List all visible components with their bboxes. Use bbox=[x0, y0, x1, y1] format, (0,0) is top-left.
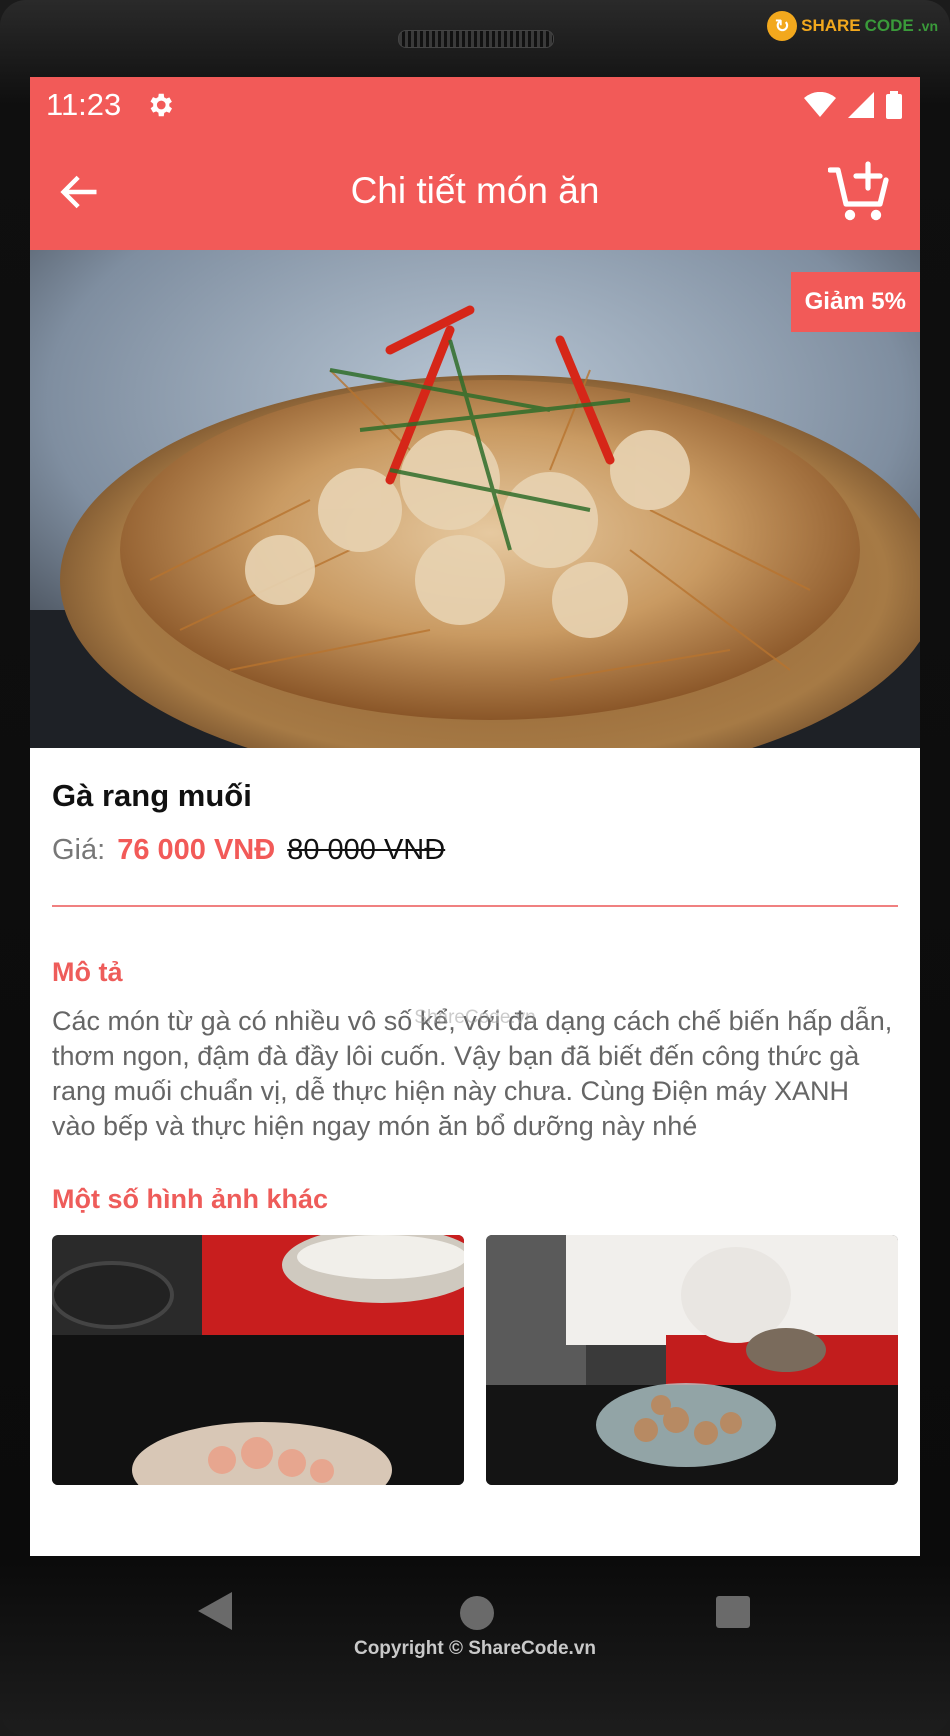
status-bar: 11:23 bbox=[30, 77, 920, 132]
nav-back-icon[interactable] bbox=[198, 1592, 232, 1630]
logo-text-a: SHARE bbox=[801, 16, 861, 35]
wifi-icon bbox=[804, 91, 836, 117]
app-screen: 11:23 Chi tiết món ăn Giảm 5% Gà rang mu… bbox=[30, 77, 920, 1556]
signal-icon bbox=[848, 91, 874, 118]
gallery-image-2[interactable] bbox=[486, 1235, 898, 1485]
sharecode-logo: ↻ SHARE CODE .vn bbox=[767, 8, 938, 44]
cart-add-icon[interactable] bbox=[828, 160, 892, 224]
gear-icon bbox=[150, 93, 173, 116]
logo-suffix: .vn bbox=[917, 18, 938, 34]
nav-recent-icon[interactable] bbox=[716, 1596, 750, 1628]
price-row: Giá: 76 000 VNĐ 80 000 VNĐ bbox=[52, 834, 898, 867]
page-title: Chi tiết món ăn bbox=[350, 170, 600, 211]
center-watermark: ShareCode.vn bbox=[414, 1007, 536, 1028]
gallery bbox=[52, 1235, 898, 1485]
gallery-image-1[interactable] bbox=[52, 1235, 464, 1485]
divider bbox=[52, 905, 898, 907]
detail-content: Gà rang muối Giá: 76 000 VNĐ 80 000 VNĐ … bbox=[30, 778, 920, 1485]
discount-badge: Giảm 5% bbox=[790, 272, 920, 332]
logo-icon: ↻ bbox=[767, 11, 798, 41]
description-title: Mô tả bbox=[52, 957, 123, 987]
price-label: Giá: bbox=[52, 834, 106, 866]
gallery-title: Một số hình ảnh khác bbox=[52, 1184, 329, 1214]
nav-home-icon[interactable] bbox=[460, 1596, 494, 1630]
device-speaker bbox=[398, 30, 554, 48]
price-old: 80 000 VNĐ bbox=[287, 834, 446, 866]
app-bar: Chi tiết món ăn bbox=[30, 132, 920, 250]
system-nav-bar bbox=[30, 1556, 920, 1686]
arrow-left-icon[interactable] bbox=[58, 170, 102, 214]
dish-name: Gà rang muối bbox=[52, 778, 252, 813]
price-new: 76 000 VNĐ bbox=[117, 834, 276, 866]
copyright-text: Copyright © ShareCode.vn bbox=[353, 1638, 597, 1659]
status-time: 11:23 bbox=[46, 86, 122, 122]
logo-text-b: CODE bbox=[864, 16, 914, 35]
battery-icon bbox=[886, 90, 902, 119]
dish-hero-image: Giảm 5% bbox=[30, 250, 920, 748]
dish-photo bbox=[30, 250, 920, 748]
